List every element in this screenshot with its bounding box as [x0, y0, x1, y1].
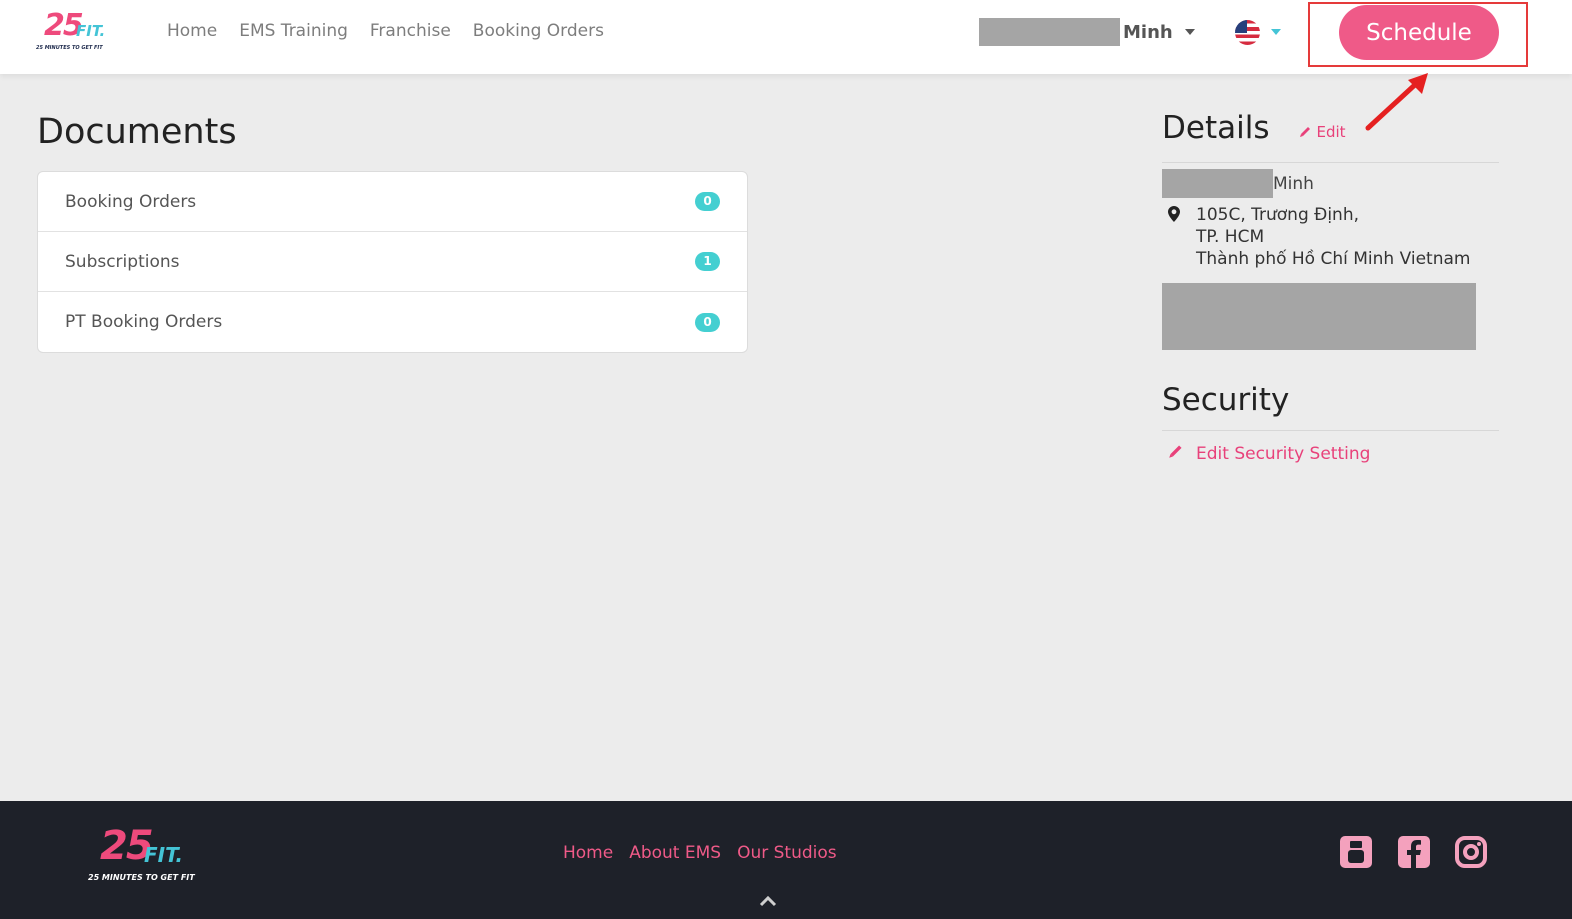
instagram-icon[interactable] [1454, 835, 1488, 869]
pencil-icon [1169, 445, 1182, 458]
count-badge: 1 [695, 252, 720, 271]
footer-link-home[interactable]: Home [563, 843, 613, 863]
security-header: Security [1162, 382, 1499, 431]
documents-title: Documents [37, 112, 237, 152]
redacted-contact [1162, 283, 1476, 350]
user-name: Minh [1123, 21, 1173, 43]
footer-link-our-studios[interactable]: Our Studios [737, 843, 837, 863]
facebook-icon[interactable] [1397, 835, 1431, 869]
address-line: 105C, Trương Định, [1196, 205, 1359, 225]
redacted-name [1162, 169, 1273, 198]
youtube-icon[interactable] [1339, 835, 1373, 869]
chevron-down-icon[interactable] [1271, 29, 1281, 35]
edit-details-link[interactable]: Edit [1299, 122, 1346, 141]
count-badge: 0 [695, 192, 720, 211]
chevron-down-icon [1184, 29, 1195, 35]
list-item-label: Booking Orders [65, 191, 197, 212]
main-nav: Home EMS Training Franchise Booking Orde… [167, 21, 604, 41]
chevron-up-icon[interactable] [758, 894, 778, 908]
address-line: TP. HCM [1196, 227, 1265, 247]
pencil-icon [1300, 127, 1311, 137]
details-header: Details Edit [1162, 110, 1499, 163]
documents-list: Booking Orders 0 Subscriptions 1 PT Book… [37, 171, 748, 353]
logo-tagline: 25 MINUTES TO GET FIT [36, 45, 103, 51]
list-item-label: PT Booking Orders [65, 312, 223, 332]
schedule-button[interactable]: Schedule [1339, 5, 1499, 60]
footer-logo[interactable]: 25 FIT. 25 MINUTES TO GET FIT [88, 823, 198, 883]
list-item-label: Subscriptions [65, 251, 180, 272]
redacted-name [979, 18, 1120, 46]
logo-word: FIT. [144, 843, 183, 867]
list-item[interactable]: Booking Orders 0 [38, 172, 747, 232]
nav-ems-training[interactable]: EMS Training [239, 21, 348, 41]
map-pin-icon [1168, 206, 1180, 222]
detail-name-text: Minh [1273, 173, 1314, 194]
logo-word: FIT. [76, 22, 106, 40]
security-title: Security [1162, 382, 1290, 418]
list-item[interactable]: PT Booking Orders 0 [38, 292, 747, 352]
nav-home[interactable]: Home [167, 21, 217, 41]
logo[interactable]: 25 FIT. 25 MINUTES TO GET FIT [36, 8, 118, 56]
details-panel: Details Edit Minh 105C, Trương Định, TP.… [1162, 110, 1499, 464]
detail-address: 105C, Trương Định, TP. HCM Thành phố Hồ … [1162, 204, 1499, 270]
footer-link-about-ems[interactable]: About EMS [629, 843, 721, 863]
user-menu[interactable]: Minh [979, 18, 1195, 46]
edit-security-link[interactable]: Edit Security Setting [1162, 443, 1499, 464]
nav-booking-orders[interactable]: Booking Orders [473, 21, 604, 41]
edit-security-label: Edit Security Setting [1196, 443, 1371, 464]
us-flag-icon[interactable] [1235, 20, 1260, 45]
list-item[interactable]: Subscriptions 1 [38, 232, 747, 292]
address-line: Thành phố Hồ Chí Minh Vietnam [1196, 249, 1471, 269]
edit-label: Edit [1316, 122, 1346, 141]
nav-franchise[interactable]: Franchise [370, 21, 451, 41]
details-title: Details [1162, 110, 1270, 146]
footer: 25 FIT. 25 MINUTES TO GET FIT Home About… [0, 801, 1572, 919]
count-badge: 0 [695, 312, 720, 332]
footer-nav: Home About EMS Our Studios [563, 843, 837, 863]
detail-name: Minh [1162, 169, 1499, 198]
logo-tagline: 25 MINUTES TO GET FIT [88, 873, 195, 882]
